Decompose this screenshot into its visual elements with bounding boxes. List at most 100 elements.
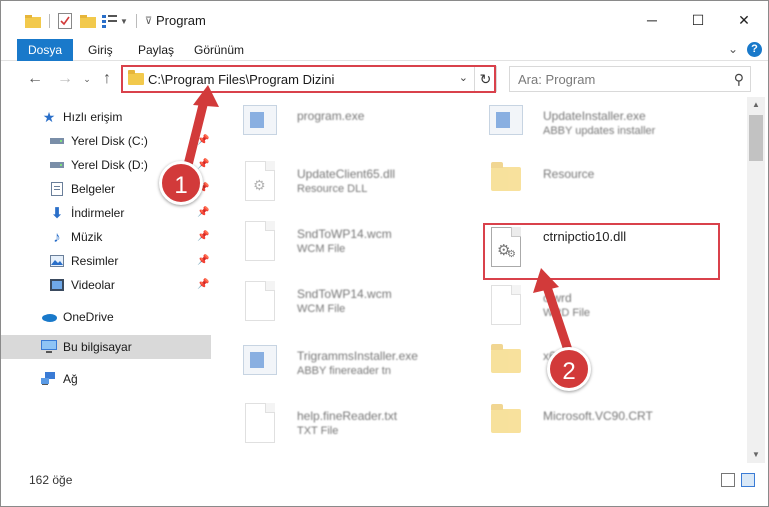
file-name: program.exe <box>297 109 365 123</box>
navigation-bar: ← → ⌄ ↑ C:\Program Files\Program Dizini … <box>1 61 768 97</box>
recent-locations-icon[interactable]: ⌄ <box>77 69 97 89</box>
sidebar-item-label: Ağ <box>63 372 78 386</box>
tab-home[interactable]: Giriş <box>88 39 113 61</box>
app-icon <box>485 101 525 145</box>
tab-share[interactable]: Paylaş <box>138 39 174 61</box>
folder-icon[interactable] <box>25 14 41 28</box>
forward-arrow-icon[interactable]: → <box>55 69 75 89</box>
list-item[interactable]: TrigrammsInstaller.exe ABBY finereader t… <box>239 341 479 391</box>
address-bar[interactable]: C:\Program Files\Program Dizini ⌄ ↻ <box>121 66 497 92</box>
back-arrow-icon[interactable]: ← <box>25 69 45 89</box>
app-icon <box>239 341 279 385</box>
sidebar-item-network[interactable]: Ağ <box>1 367 211 391</box>
up-arrow-icon[interactable]: ↑ <box>97 69 117 89</box>
sidebar-item-videos[interactable]: Videolar 📌 <box>1 273 211 297</box>
tab-view[interactable]: Görünüm <box>194 39 244 61</box>
list-item[interactable]: x64 <box>485 341 725 391</box>
refresh-icon[interactable]: ↻ <box>474 67 496 91</box>
sidebar-item-music[interactable]: ♪ Müzik 📌 <box>1 225 211 249</box>
minimize-button[interactable]: ─ <box>629 1 675 39</box>
search-box[interactable]: Ara: Program ⚲ <box>509 66 751 92</box>
file-name: SndToWP14.wcm <box>297 287 392 301</box>
qa-dropdown-icon[interactable]: ⊽ <box>145 16 152 27</box>
cloud-icon <box>41 309 57 325</box>
details-view-icon[interactable] <box>721 473 735 487</box>
drive-icon <box>49 133 65 149</box>
file-name: TrigrammsInstaller.exe <box>297 349 418 363</box>
file-name: help.fineReader.txt <box>297 409 398 423</box>
title-bar: ▼ ⊽ Program ─ ☐ ✕ <box>1 1 768 39</box>
sidebar-item-quick-access[interactable]: ★ Hızlı erişim <box>1 105 211 129</box>
list-item[interactable]: c.wrd WRD File <box>485 283 725 333</box>
chevron-down-icon[interactable]: ▼ <box>120 17 128 26</box>
chevron-down-icon[interactable]: ⌄ <box>459 71 468 84</box>
documents-icon <box>49 181 65 197</box>
sidebar-item-label: Yerel Disk (D:) <box>71 158 148 172</box>
file-type: ABBY finereader tn <box>297 365 391 377</box>
vertical-scrollbar[interactable]: ▲ ▼ <box>747 97 765 463</box>
pin-icon[interactable]: 📌 <box>197 207 209 218</box>
help-icon[interactable]: ? <box>747 42 762 57</box>
scroll-thumb[interactable] <box>749 115 763 161</box>
file-name: c.wrd <box>543 291 572 305</box>
file-type: Resource DLL <box>297 183 368 195</box>
pin-icon[interactable]: 📌 <box>197 255 209 266</box>
list-item[interactable]: Resource <box>485 159 725 209</box>
customize-icon[interactable] <box>102 14 118 28</box>
file-type: WCM File <box>297 303 346 315</box>
app-icon <box>239 101 279 145</box>
list-item[interactable]: SndToWP14.wcm WCM File <box>239 279 479 329</box>
pin-icon[interactable]: 📌 <box>197 135 209 146</box>
list-item[interactable]: Microsoft.VC90.CRT <box>485 401 725 451</box>
file-name: ctrnipctio10.dll <box>543 229 627 244</box>
sidebar-item-label: OneDrive <box>63 310 114 324</box>
large-icons-view-icon[interactable] <box>741 473 755 487</box>
sidebar-item-pictures[interactable]: Resimler 📌 <box>1 249 211 273</box>
sidebar-item-label: Bu bilgisayar <box>63 340 132 354</box>
file-name: SndToWP14.wcm <box>297 227 392 241</box>
properties-icon[interactable] <box>58 13 72 29</box>
folder-icon <box>485 341 525 385</box>
ribbon-expand-icon[interactable]: ⌄ <box>728 42 738 56</box>
sidebar-item-label: Müzik <box>71 230 103 244</box>
close-button[interactable]: ✕ <box>721 1 767 39</box>
list-item[interactable]: SndToWP14.wcm WCM File <box>239 219 479 269</box>
window-title: Program <box>156 13 206 28</box>
list-item-target-dll[interactable]: ⚙ ⚙ ctrnipctio10.dll <box>485 225 725 275</box>
pin-icon[interactable]: 📌 <box>197 231 209 242</box>
address-path[interactable]: C:\Program Files\Program Dizini <box>148 72 334 87</box>
file-type: ABBY updates installer <box>543 125 656 137</box>
document-icon <box>239 279 279 323</box>
scroll-up-icon[interactable]: ▲ <box>747 97 765 113</box>
new-folder-icon[interactable] <box>80 14 96 28</box>
sidebar-item-label: Resimler <box>71 254 119 268</box>
music-icon: ♪ <box>53 228 61 246</box>
scroll-down-icon[interactable]: ▼ <box>747 447 765 463</box>
separator <box>135 14 137 28</box>
folder-icon <box>485 159 525 203</box>
sidebar-item-onedrive[interactable]: OneDrive <box>1 305 211 329</box>
sidebar-item-disk-c[interactable]: Yerel Disk (C:) 📌 <box>1 129 211 153</box>
file-name: UpdateClient65.dll <box>297 167 396 181</box>
dll-file-icon: ⚙ ⚙ <box>485 225 525 269</box>
folder-icon <box>128 70 144 85</box>
file-type: WRD File <box>543 307 591 319</box>
list-item[interactable]: ⚙ UpdateClient65.dll Resource DLL <box>239 159 479 209</box>
pin-icon[interactable]: 📌 <box>197 279 209 290</box>
list-item[interactable]: program.exe <box>239 101 479 151</box>
pin-icon[interactable]: 📌 <box>197 159 209 170</box>
list-item[interactable]: help.fineReader.txt TXT File <box>239 401 479 451</box>
document-icon <box>239 219 279 263</box>
drive-icon <box>49 157 65 173</box>
document-icon <box>239 401 279 445</box>
network-icon <box>41 371 57 387</box>
file-type: TXT File <box>297 425 339 437</box>
dll-file-icon: ⚙ <box>239 159 279 203</box>
sidebar-item-this-pc[interactable]: Bu bilgisayar <box>1 335 211 359</box>
list-item[interactable]: UpdateInstaller.exe ABBY updates install… <box>485 101 725 151</box>
maximize-button[interactable]: ☐ <box>675 1 721 39</box>
item-count: 162 öğe <box>29 473 73 487</box>
navigation-pane: ★ Hızlı erişim Yerel Disk (C:) 📌 Yerel D… <box>1 97 211 463</box>
file-list: program.exe UpdateInstaller.exe ABBY upd… <box>213 97 747 463</box>
search-icon[interactable]: ⚲ <box>734 71 744 88</box>
